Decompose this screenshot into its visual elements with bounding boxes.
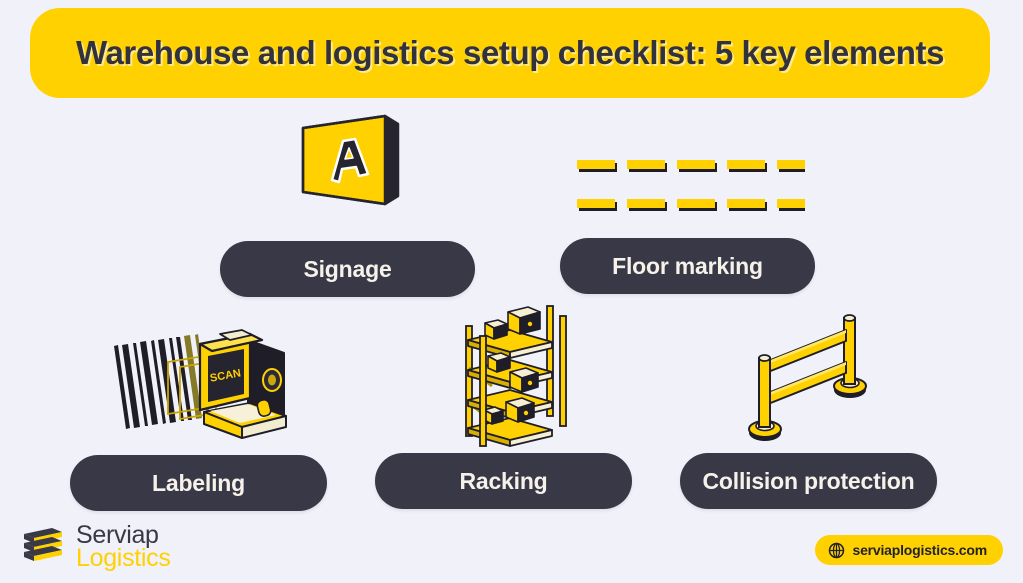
racking-box bbox=[505, 397, 535, 423]
brand-logo[interactable]: Serviap Logistics bbox=[22, 522, 171, 573]
element-pill-label: Floor marking bbox=[612, 252, 763, 279]
element-pill-signage[interactable]: Signage bbox=[220, 241, 475, 297]
header-banner: Warehouse and logistics setup checklist:… bbox=[30, 8, 990, 98]
guardrail-icon bbox=[738, 300, 883, 450]
element-pill-floor-marking[interactable]: Floor marking bbox=[560, 238, 815, 294]
element-pill-label: Signage bbox=[303, 255, 392, 282]
brand-name-logistics: Logistics bbox=[76, 544, 171, 573]
floor-marking-dash-row-1 bbox=[577, 160, 817, 172]
page-title: Warehouse and logistics setup checklist:… bbox=[75, 34, 945, 71]
element-pill-label: Labeling bbox=[152, 469, 245, 496]
website-badge[interactable]: serviaplogistics.com bbox=[815, 535, 1003, 565]
racking-box bbox=[487, 352, 511, 373]
guardrail-svg bbox=[748, 314, 867, 441]
element-pill-racking[interactable]: Racking bbox=[375, 453, 632, 509]
barcode-scanner-icon: SCAN bbox=[100, 312, 295, 447]
serviap-stacked-bars-logo-icon bbox=[24, 528, 62, 562]
pallet-racking-icon bbox=[452, 298, 577, 453]
pallet-racking-svg bbox=[465, 305, 567, 447]
element-pill-label: Racking bbox=[459, 467, 548, 494]
barcode-bars bbox=[114, 334, 210, 429]
signage-board-svg bbox=[301, 114, 400, 206]
infographic-canvas: Warehouse and logistics setup checklist:… bbox=[0, 0, 1023, 583]
floor-marking-svg bbox=[577, 160, 817, 211]
element-pill-collision-protection[interactable]: Collision protection bbox=[680, 453, 937, 509]
element-pill-labeling[interactable]: Labeling bbox=[70, 455, 327, 511]
signage-board-icon bbox=[285, 108, 410, 233]
racking-box bbox=[507, 306, 541, 335]
globe-icon bbox=[829, 542, 845, 558]
website-url-text: serviaplogistics.com bbox=[852, 542, 987, 558]
brand-logo-wordmark: Serviap Logistics bbox=[76, 522, 171, 573]
racking-box bbox=[509, 367, 539, 393]
racking-box bbox=[484, 319, 508, 340]
barcode-scanner-svg: SCAN bbox=[114, 329, 287, 439]
floor-marking-dashes-icon bbox=[565, 145, 817, 225]
element-pill-label: Collision protection bbox=[702, 467, 915, 494]
floor-marking-dash-row-2 bbox=[577, 199, 817, 211]
